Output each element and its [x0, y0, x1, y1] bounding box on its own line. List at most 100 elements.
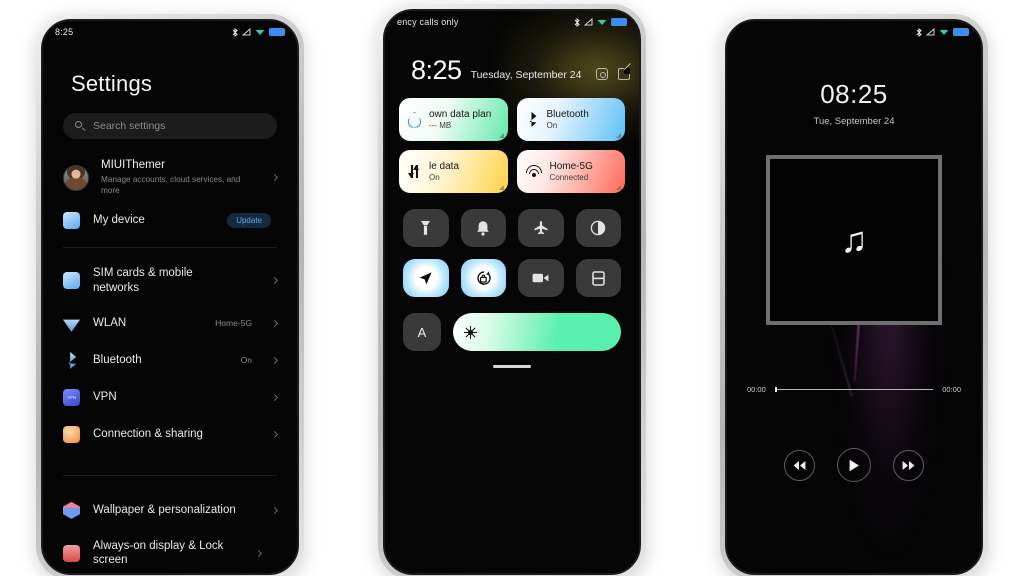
toggle-location[interactable]: [403, 259, 449, 297]
bluetooth-icon: [232, 27, 238, 37]
vpn-icon: [63, 388, 80, 406]
data-drop-icon: [408, 111, 421, 128]
sidebar-item-my-device[interactable]: My device Update: [63, 202, 277, 239]
clock-row: 8:25 Tuesday, September 24: [411, 57, 639, 84]
brightness-sun-icon: [464, 325, 477, 339]
tile-corner-icon: [616, 185, 621, 190]
play-button[interactable]: [837, 448, 871, 482]
chevron-right-icon: [254, 549, 263, 557]
auto-brightness-button[interactable]: A: [403, 313, 441, 351]
aod-lockscreen-icon: [63, 544, 80, 562]
playback-controls: [727, 448, 981, 482]
auto-rotate-icon: [477, 270, 491, 285]
settings-gear-icon[interactable]: [596, 68, 609, 80]
bluetooth-icon: [68, 351, 77, 369]
status-bar: ency calls only: [385, 11, 639, 33]
divider: [63, 247, 277, 249]
chevron-right-icon: [270, 174, 279, 182]
carrier-label: ency calls only: [397, 17, 459, 27]
sidebar-item-label: WLAN: [93, 317, 127, 330]
sidebar-item-vpn[interactable]: VPN: [63, 379, 279, 416]
tile-bluetooth[interactable]: Bluetooth On: [516, 98, 625, 141]
sidebar-item-bluetooth[interactable]: Bluetooth On: [63, 342, 279, 379]
previous-button[interactable]: [784, 449, 815, 481]
chevron-right-icon: [270, 276, 279, 285]
next-button[interactable]: [893, 449, 924, 481]
location-icon: [419, 271, 432, 284]
tile-data-plan[interactable]: own data plan --- MB: [399, 98, 508, 141]
chevron-right-icon: [270, 393, 279, 401]
clock-time: 8:25: [411, 55, 462, 85]
toggle-flashlight[interactable]: [403, 209, 449, 247]
wifi-icon: [525, 165, 542, 178]
divider: [63, 474, 277, 476]
tile-corner-icon: [498, 133, 504, 138]
tile-title: Bluetooth: [546, 109, 589, 120]
toggle-silent[interactable]: [460, 209, 506, 247]
sidebar-item-connection-sharing[interactable]: Connection & sharing: [63, 416, 279, 453]
chevron-right-icon: [270, 506, 279, 514]
tile-title: own data plan: [429, 109, 492, 120]
control-center-screen: ency calls only 8:25 Tuesday, September …: [383, 9, 641, 575]
page-title: Settings: [71, 71, 153, 96]
album-art-placeholder: ♫: [766, 155, 942, 325]
progress-knob[interactable]: [774, 387, 777, 392]
status-icons: [916, 27, 969, 37]
screenshot-stage: 8:25 Settings Search settings MIUIThemer…: [0, 0, 1024, 576]
airplane-mode-icon: [534, 221, 548, 235]
wallpaper-icon: [63, 501, 80, 519]
music-note-icon: ♫: [840, 219, 868, 260]
battery-icon: [953, 28, 969, 36]
screen-recorder-icon: [532, 273, 549, 283]
edit-icon[interactable]: [618, 68, 631, 80]
sidebar-item-label: Always-on display & Lock screen: [93, 539, 224, 567]
sidebar-item-value: On: [240, 355, 252, 366]
tile-corner-icon: [616, 133, 621, 138]
toggle-screenshot[interactable]: [575, 259, 621, 297]
tile-subtitle: On: [429, 173, 440, 182]
account-profile-row[interactable]: MIUIThemer Manage accounts, cloud servic…: [63, 153, 279, 202]
sidebar-item-wallpaper[interactable]: Wallpaper & personalization: [63, 492, 279, 529]
sidebar-item-wlan[interactable]: WLAN Home-5G: [63, 305, 279, 342]
lockscreen-date: Tue, September 24: [813, 116, 895, 127]
screenshot-icon: [592, 270, 605, 286]
sidebar-item-label: Connection & sharing: [93, 428, 203, 441]
small-toggle-grid: [403, 209, 621, 297]
flashlight-icon: [421, 221, 431, 235]
signal-icon: [926, 28, 935, 36]
bluetooth-icon: [574, 17, 580, 27]
sidebar-item-aod-lockscreen[interactable]: Always-on display & Lock screen: [63, 529, 277, 573]
tile-subtitle: On: [546, 121, 558, 130]
tile-mobile-data[interactable]: le data On: [399, 150, 508, 193]
sidebar-item-label: Wallpaper & personalization: [93, 504, 236, 517]
toggle-screen-recorder[interactable]: [518, 259, 564, 297]
wifi-icon: [255, 30, 265, 35]
search-input[interactable]: Search settings: [63, 113, 277, 139]
sidebar-item-value: Home-5G: [215, 318, 252, 329]
playback-progress[interactable]: 00:00 00:00: [747, 385, 961, 394]
brightness-slider[interactable]: [453, 313, 621, 351]
sidebar-item-label: VPN: [93, 391, 117, 404]
status-time: 8:25: [55, 27, 74, 37]
home-indicator[interactable]: [493, 365, 531, 369]
play-icon: [849, 459, 859, 471]
tile-title: le data: [429, 161, 460, 172]
quick-toggle-tiles: own data plan --- MB Bluetooth On le dat…: [399, 98, 625, 193]
lockscreen-time: 08:25: [820, 79, 888, 109]
wifi-icon: [597, 20, 607, 25]
bluetooth-icon: [916, 27, 922, 37]
sidebar-item-sim-cards[interactable]: SIM cards & mobile networks: [63, 256, 279, 305]
toggle-dark-mode[interactable]: [575, 209, 621, 247]
update-badge[interactable]: Update: [227, 213, 271, 229]
sidebar-item-label: SIM cards & mobile networks: [93, 267, 193, 294]
toggle-airplane-mode[interactable]: [518, 209, 564, 247]
toggle-auto-rotate[interactable]: [460, 259, 506, 297]
silent-bell-icon: [477, 221, 489, 236]
my-device-label: My device: [93, 214, 145, 227]
dark-mode-icon: [591, 220, 606, 236]
previous-icon: [793, 460, 806, 470]
tile-wifi[interactable]: Home-5G Connected: [516, 150, 625, 193]
search-icon: [75, 121, 86, 131]
profile-subtitle: Manage accounts, cloud services, and mor…: [101, 175, 241, 196]
progress-track[interactable]: [774, 387, 934, 392]
